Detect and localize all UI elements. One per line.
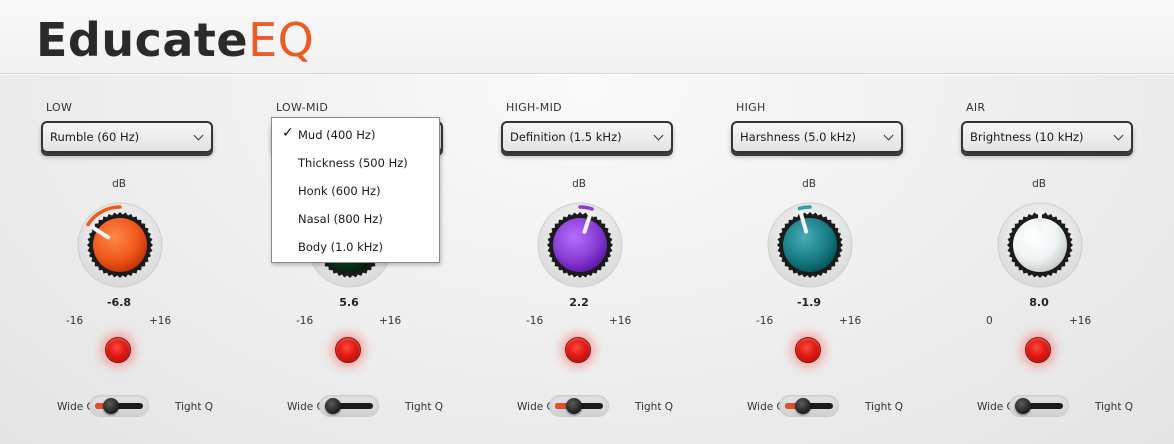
- range-max-label: +16: [839, 315, 862, 327]
- band-low: LOW Rumble (60 Hz) dB -6.8 -16 +16 Wide …: [34, 74, 264, 444]
- logo-text-eq: EQ: [248, 13, 315, 67]
- knob-cap: [553, 218, 607, 272]
- db-label: dB: [802, 178, 816, 190]
- band-high-mid: HIGH-MID Definition (1.5 kHz) dB 2.2 -16…: [494, 74, 724, 444]
- preset-select-value: Brightness (10 kHz): [970, 130, 1084, 144]
- band-led-indicator[interactable]: [1025, 337, 1051, 363]
- preset-select-value: Definition (1.5 kHz): [510, 130, 622, 144]
- q-slider-high-mid[interactable]: [549, 395, 609, 417]
- chevron-down-icon: [1113, 130, 1124, 141]
- db-label: dB: [1032, 178, 1046, 190]
- db-label: dB: [572, 178, 586, 190]
- knob-graphic: [77, 202, 163, 288]
- range-max-label: +16: [379, 315, 402, 327]
- band-led-indicator[interactable]: [795, 337, 821, 363]
- dropdown-option[interactable]: Body (1.0 kHz): [272, 230, 439, 258]
- gain-value: 8.0: [1029, 296, 1049, 309]
- gain-knob-air[interactable]: [995, 200, 1085, 290]
- knob-value-arc: [578, 205, 594, 211]
- range-max-label: +16: [609, 315, 632, 327]
- knob-value-arc: [797, 205, 812, 211]
- preset-select-low[interactable]: Rumble (60 Hz): [41, 121, 213, 153]
- chevron-down-icon: [653, 130, 664, 141]
- q-slider-thumb[interactable]: [566, 398, 583, 414]
- dropdown-option-label: Thickness (500 Hz): [298, 156, 408, 170]
- dropdown-option-label: Honk (600 Hz): [298, 184, 381, 198]
- q-slider-thumb[interactable]: [794, 398, 811, 414]
- range-min-label: -16: [66, 315, 84, 327]
- tight-q-label: Tight Q: [865, 401, 904, 413]
- tight-q-label: Tight Q: [405, 401, 444, 413]
- band-led-indicator[interactable]: [335, 337, 361, 363]
- tight-q-label: Tight Q: [635, 401, 674, 413]
- range-max-label: +16: [1069, 315, 1092, 327]
- preset-select-high[interactable]: Harshness (5.0 kHz): [731, 121, 903, 153]
- preset-select-high-mid[interactable]: Definition (1.5 kHz): [501, 121, 673, 153]
- gain-value: -1.9: [796, 296, 822, 309]
- q-slider-thumb[interactable]: [1015, 398, 1031, 414]
- q-slider-thumb[interactable]: [325, 398, 341, 414]
- band-title: LOW-MID: [276, 101, 329, 114]
- gain-knob-low[interactable]: [75, 200, 165, 290]
- range-min-label: -16: [526, 315, 544, 327]
- tight-q-label: Tight Q: [1095, 401, 1134, 413]
- db-label: dB: [112, 178, 126, 190]
- band-title: AIR: [966, 101, 986, 114]
- gain-knob-high[interactable]: [765, 200, 855, 290]
- dropdown-option-label: Mud (400 Hz): [298, 128, 376, 142]
- chevron-down-icon: [883, 130, 894, 141]
- tight-q-label: Tight Q: [175, 401, 214, 413]
- gain-value: 2.2: [569, 296, 589, 309]
- preset-dropdown-menu: Mud (400 Hz) ✓ Thickness (500 Hz) Honk (600…: [271, 117, 440, 263]
- dropdown-option[interactable]: Thickness (500 Hz): [272, 146, 439, 174]
- gain-value: 5.6: [339, 296, 359, 309]
- knob-cap: [93, 218, 147, 272]
- checkmark-icon: ✓: [282, 125, 294, 141]
- knob-graphic: [997, 202, 1083, 288]
- gain-knob-high-mid[interactable]: [535, 200, 625, 290]
- q-slider-high[interactable]: [779, 395, 839, 417]
- range-min-label: -16: [296, 315, 314, 327]
- dropdown-option[interactable]: Mud (400 Hz) ✓: [272, 118, 439, 146]
- band-title: HIGH: [736, 101, 766, 114]
- band-high: HIGH Harshness (5.0 kHz) dB -1.9 -16 +16…: [724, 74, 954, 444]
- range-min-label: 0: [986, 315, 993, 327]
- knob-cap: [783, 218, 837, 272]
- band-title: HIGH-MID: [506, 101, 562, 114]
- knob-graphic: [767, 202, 853, 288]
- q-slider-thumb[interactable]: [103, 398, 119, 414]
- dropdown-option[interactable]: Nasal (800 Hz): [272, 202, 439, 230]
- preset-select-air[interactable]: Brightness (10 kHz): [961, 121, 1133, 153]
- dropdown-option[interactable]: Honk (600 Hz): [272, 174, 439, 202]
- band-led-indicator[interactable]: [105, 337, 131, 363]
- app-logo: EducateEQ: [36, 12, 314, 68]
- band-led-indicator[interactable]: [565, 337, 591, 363]
- q-slider-low-mid[interactable]: [319, 395, 379, 417]
- header-bar: EducateEQ: [0, 0, 1174, 74]
- logo-text-educate: Educate: [36, 13, 249, 67]
- range-min-label: -16: [756, 315, 774, 327]
- preset-select-value: Harshness (5.0 kHz): [740, 130, 856, 144]
- dropdown-option-label: Body (1.0 kHz): [298, 240, 383, 254]
- band-air: AIR Brightness (10 kHz) dB 8.0 0 +16 Wid…: [954, 74, 1174, 444]
- knob-graphic: [537, 202, 623, 288]
- q-slider-low[interactable]: [89, 395, 149, 417]
- dropdown-option-label: Nasal (800 Hz): [298, 212, 383, 226]
- q-slider-air[interactable]: [1009, 395, 1069, 417]
- range-max-label: +16: [149, 315, 172, 327]
- gain-value: -6.8: [106, 296, 132, 309]
- band-title: LOW: [46, 101, 73, 114]
- preset-select-value: Rumble (60 Hz): [50, 130, 140, 144]
- chevron-down-icon: [193, 130, 204, 141]
